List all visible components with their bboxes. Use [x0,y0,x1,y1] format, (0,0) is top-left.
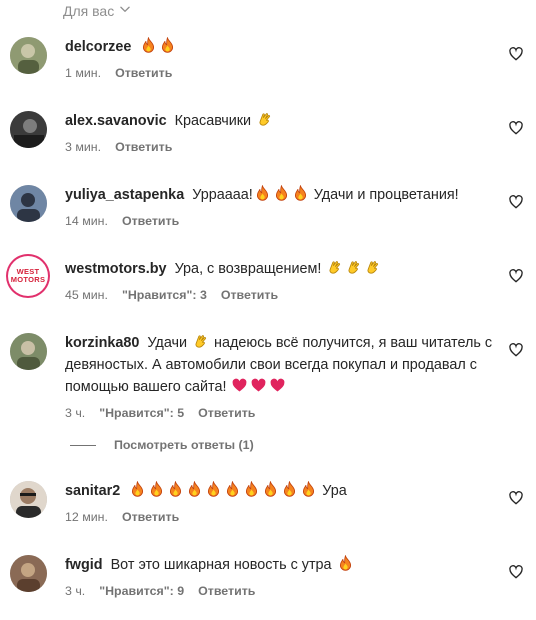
comment-text: Урраааа! [192,187,253,203]
comment-time: 14 мин. [65,214,108,228]
heart-emoji-icon [250,377,267,394]
comment-item: alex.savanovic Красавчики 3 мин. Ответит… [0,108,536,168]
reply-button[interactable]: Ответить [198,584,255,598]
comment-text-after: Удачи и процветания! [313,187,459,203]
comment-item: sanitar2 Ура 12 мин. Ответить [0,478,536,538]
likes-count[interactable]: "Нравится": 9 [99,584,184,598]
reply-button[interactable]: Ответить [115,140,172,154]
fire-emoji-icon [262,481,279,498]
heart-emoji-icon [269,377,286,394]
clap-emoji-icon [364,259,381,276]
fire-emoji-icon [186,481,203,498]
fire-emoji-icon [273,185,290,202]
reply-button[interactable]: Ответить [122,510,179,524]
avatar[interactable] [10,333,47,370]
clap-emoji-icon [326,259,343,276]
comment-text: Красавчики [174,113,252,129]
view-replies-label: Посмотреть ответы (1) [114,438,254,452]
like-heart-icon[interactable] [508,46,524,62]
like-heart-icon[interactable] [508,120,524,136]
comment-item: WEST MOTORS westmotors.by Ура, с возвращ… [0,256,536,316]
comment-item: yuliya_astapenka Урраааа! Удачи и процве… [0,182,536,242]
comment-filter-dropdown[interactable]: Для вас [63,2,132,19]
clap-emoji-icon [192,333,209,350]
comment-time: 1 мин. [65,66,102,80]
avatar[interactable] [10,111,47,148]
comment-text: Удачи [147,335,188,351]
fire-emoji-icon [337,555,354,572]
avatar[interactable] [10,185,47,222]
filter-label: Для вас [63,2,115,19]
fire-emoji-icon [148,481,165,498]
clap-emoji-icon [256,111,273,128]
comment-item: delcorzee 1 мин. Ответить [0,34,536,94]
brand-logo: WEST MOTORS [10,267,46,284]
username[interactable]: westmotors.by [65,261,167,277]
like-heart-icon[interactable] [508,490,524,506]
username[interactable]: sanitar2 [65,483,120,499]
avatar[interactable] [10,481,47,518]
comment-text: Ура, с возвращением! [174,261,322,277]
comment-item: korzinka80 Удачи надеюсь всё получится, … [0,330,536,426]
reply-button[interactable]: Ответить [221,288,278,302]
comment-item: fwgid Вот это шикарная новость с утра 3 … [0,552,536,612]
comment-text-after: Ура [322,483,347,499]
fire-emoji-icon [129,481,146,498]
fire-emoji-icon [224,481,241,498]
view-replies-button[interactable]: Посмотреть ответы (1) [70,438,254,452]
fire-emoji-icon [243,481,260,498]
username[interactable]: delcorzee [65,39,131,55]
divider-line [70,444,96,446]
username[interactable]: korzinka80 [65,335,139,351]
fire-emoji-icon [254,185,271,202]
reply-button[interactable]: Ответить [198,406,255,420]
username[interactable]: alex.savanovic [65,113,167,129]
fire-emoji-icon [300,481,317,498]
chevron-down-icon [118,2,132,19]
comment-time: 3 ч. [65,406,86,420]
avatar[interactable] [10,37,47,74]
fire-emoji-icon [140,37,157,54]
avatar[interactable] [10,555,47,592]
fire-emoji-icon [205,481,222,498]
comment-time: 12 мин. [65,510,108,524]
like-heart-icon[interactable] [508,268,524,284]
like-heart-icon[interactable] [508,342,524,358]
like-heart-icon[interactable] [508,564,524,580]
comment-time: 45 мин. [65,288,108,302]
comment-time: 3 ч. [65,584,86,598]
likes-count[interactable]: "Нравится": 5 [99,406,184,420]
username[interactable]: fwgid [65,557,103,573]
fire-emoji-icon [292,185,309,202]
avatar[interactable]: WEST MOTORS [8,256,48,296]
reply-button[interactable]: Ответить [115,66,172,80]
fire-emoji-icon [281,481,298,498]
reply-button[interactable]: Ответить [122,214,179,228]
comment-time: 3 мин. [65,140,102,154]
comment-text: Вот это шикарная новость с утра [110,557,332,573]
heart-emoji-icon [231,377,248,394]
clap-emoji-icon [345,259,362,276]
like-heart-icon[interactable] [508,194,524,210]
fire-emoji-icon [167,481,184,498]
fire-emoji-icon [159,37,176,54]
likes-count[interactable]: "Нравится": 3 [122,288,207,302]
username[interactable]: yuliya_astapenka [65,187,184,203]
